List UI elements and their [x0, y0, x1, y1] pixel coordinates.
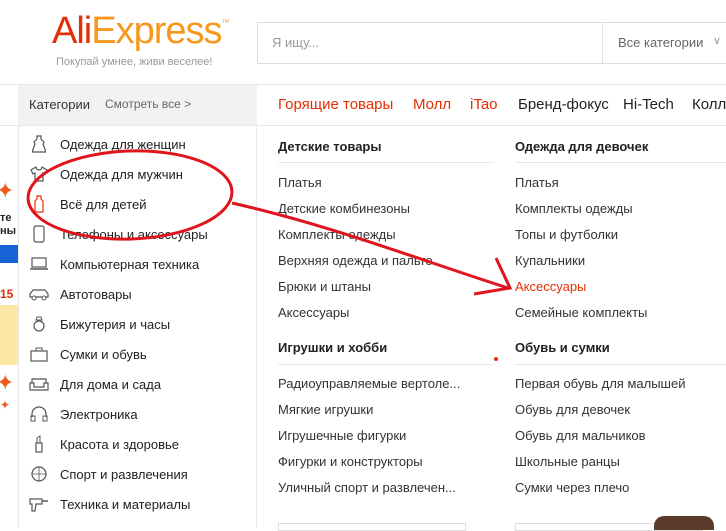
sidebar-item-computers[interactable]: Компьютерная техника	[28, 249, 199, 279]
banner-text-bottom: ны	[0, 225, 17, 237]
banner-number: 15	[0, 287, 14, 301]
logo-part1: Ali	[52, 10, 92, 52]
sidebar-item-sport[interactable]: Спорт и развлечения	[28, 459, 188, 489]
chevron-down-icon[interactable]: ∨	[713, 34, 721, 47]
sparkle-icon: ✦	[0, 398, 11, 412]
banner-blue-bar	[0, 245, 18, 263]
promo-card[interactable]	[278, 523, 466, 531]
category-link[interactable]: Первая обувь для малышей	[515, 376, 685, 391]
category-link[interactable]: Верхняя одежда и пальто	[278, 253, 433, 268]
sidebar-item-kids[interactable]: Всё для детей	[28, 189, 147, 219]
sidebar-item-label: Красота и здоровье	[60, 436, 180, 452]
category-link[interactable]: Сумки через плечо	[515, 480, 629, 495]
logo-trademark: ™	[221, 18, 230, 27]
sidebar-item-label: Одежда для женщин	[60, 136, 186, 152]
category-link[interactable]: Платья	[278, 175, 322, 190]
nav-brand-focus[interactable]: Бренд-фокус	[518, 96, 609, 113]
shirt-icon	[28, 165, 50, 183]
sidebar-item-bags[interactable]: Сумки и обувь	[28, 339, 147, 369]
categories-label: Категории	[29, 97, 90, 112]
sidebar-item-label: Всё для детей	[60, 196, 147, 212]
annotation-arrow-head	[473, 257, 513, 296]
sidebar-item-jewelry[interactable]: Бижутерия и часы	[28, 309, 170, 339]
category-link[interactable]: Топы и футболки	[515, 227, 618, 242]
category-link[interactable]: Купальники	[515, 253, 585, 268]
category-link[interactable]: Игрушечные фигурки	[278, 428, 406, 443]
divider	[278, 162, 494, 163]
nav-hot-deals[interactable]: Горящие товары	[278, 96, 393, 113]
banner-text-top: те	[0, 212, 12, 224]
car-icon	[28, 285, 50, 303]
sofa-icon	[28, 375, 50, 393]
sidebar-item-label: Одежда для мужчин	[60, 166, 183, 182]
search-placeholder: Я ищу...	[272, 35, 320, 50]
category-link[interactable]: Обувь для мальчиков	[515, 428, 646, 443]
sparkle-icon: ✦	[0, 370, 15, 395]
category-link[interactable]: Платья	[515, 175, 559, 190]
sidebar-item-auto[interactable]: Автотовары	[28, 279, 132, 309]
aliexpress-logo[interactable]: AliExpress™	[52, 10, 230, 53]
tagline: Покупай умнее, живи веселее!	[56, 56, 213, 68]
category-link[interactable]: Радиоуправляемые вертоле...	[278, 376, 460, 391]
sidebar-item-label: Техника и материалы	[60, 496, 191, 512]
sidebar-item-label: Электроника	[60, 406, 138, 422]
divider	[515, 162, 726, 163]
sidebar-item-label: Для дома и сада	[60, 376, 162, 392]
headphones-icon	[28, 405, 50, 423]
category-link-accessories[interactable]: Аксессуары	[515, 279, 586, 294]
ball-icon	[28, 465, 50, 483]
group-title[interactable]: Обувь и сумки	[515, 340, 610, 355]
phone-icon	[28, 225, 50, 243]
sidebar-item-label: Автотовары	[60, 286, 132, 302]
category-link[interactable]: Мягкие игрушки	[278, 402, 373, 417]
search-category-select[interactable]: Все категории	[618, 35, 703, 50]
group-title[interactable]: Игрушки и хобби	[278, 340, 387, 355]
nav-collections[interactable]: Колл	[692, 96, 726, 113]
baby-bottle-icon	[28, 195, 50, 213]
sidebar-item-men[interactable]: Одежда для мужчин	[28, 159, 183, 189]
see-all-link[interactable]: Смотреть все >	[105, 97, 191, 111]
nav-itao[interactable]: iTao	[470, 96, 498, 113]
bag-icon	[28, 345, 50, 363]
category-link[interactable]: Школьные ранцы	[515, 454, 620, 469]
dress-icon	[28, 135, 50, 153]
ring-icon	[28, 315, 50, 333]
nav-hi-tech[interactable]: Hi-Tech	[623, 96, 674, 113]
nav-mall[interactable]: Молл	[413, 96, 451, 113]
cosmetics-icon	[28, 435, 50, 453]
sidebar-item-women[interactable]: Одежда для женщин	[28, 129, 186, 159]
sidebar-item-label: Сумки и обувь	[60, 346, 147, 362]
divider	[278, 364, 494, 365]
category-link[interactable]: Аксессуары	[278, 305, 349, 320]
sidebar-item-tools[interactable]: Техника и материалы	[28, 489, 190, 519]
sidebar-item-home[interactable]: Для дома и сада	[28, 369, 161, 399]
banner-image	[0, 305, 18, 365]
laptop-icon	[28, 255, 50, 273]
annotation-dot	[494, 357, 498, 361]
logo-part2: Express	[91, 10, 222, 52]
group-title[interactable]: Детские товары	[278, 139, 381, 154]
sparkle-icon: ✦	[0, 178, 15, 203]
divider	[515, 364, 726, 365]
category-link[interactable]: Уличный спорт и развлечен...	[278, 480, 456, 495]
sidebar-item-beauty[interactable]: Красота и здоровье	[28, 429, 179, 459]
drill-icon	[28, 495, 50, 513]
category-link[interactable]: Детские комбинезоны	[278, 201, 410, 216]
category-link[interactable]: Обувь для девочек	[515, 402, 630, 417]
sidebar-item-phones[interactable]: Телефоны и аксессуары	[28, 219, 208, 249]
sidebar-item-label: Спорт и развлечения	[60, 466, 188, 482]
category-link[interactable]: Комплекты одежды	[278, 227, 396, 242]
sidebar-item-label: Телефоны и аксессуары	[60, 226, 208, 242]
category-link[interactable]: Комплекты одежды	[515, 201, 633, 216]
sidebar-item-label: Бижутерия и часы	[60, 316, 171, 332]
search-divider	[602, 23, 603, 63]
sidebar-item-electronics[interactable]: Электроника	[28, 399, 138, 429]
category-link[interactable]: Брюки и штаны	[278, 279, 371, 294]
category-link[interactable]: Фигурки и конструкторы	[278, 454, 423, 469]
sidebar-item-label: Компьютерная техника	[60, 256, 200, 272]
group-title[interactable]: Одежда для девочек	[515, 139, 648, 154]
category-link[interactable]: Семейные комплекты	[515, 305, 647, 320]
